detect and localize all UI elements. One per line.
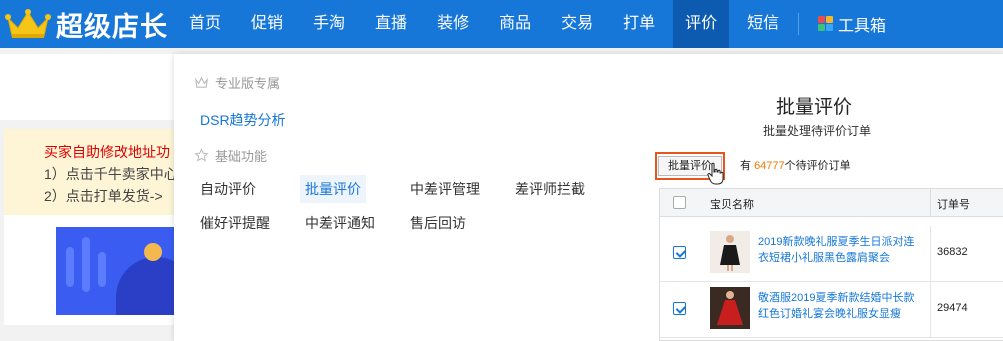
top-nav-bar: 超级店长 首页 促销 手淘 直播 装修 商品 交易 打单 评价 短信 工具箱 <box>0 0 1003 48</box>
pending-orders-table: 宝贝名称 订单号 2019新款晚礼服夏季生日派对连衣短裙小礼服黑色露肩聚会 36… <box>659 188 1003 341</box>
toolbox-label: 工具箱 <box>838 18 887 35</box>
menu-item-after-sale-followup[interactable]: 售后回访 <box>405 209 471 237</box>
pending-count-number: 64777 <box>754 160 785 172</box>
preview-title: 批量评价 <box>775 97 852 118</box>
notice-step-2: 2）点击打单发货-> <box>44 188 163 204</box>
menu-item-bad-reviewer-block[interactable]: 差评师拦截 <box>510 175 590 203</box>
order-number: 29474 <box>937 302 968 314</box>
banner-container <box>4 215 174 325</box>
product-thumbnail[interactable] <box>710 231 750 273</box>
basic-section-title: 基础功能 <box>194 146 267 165</box>
hand-cursor-icon <box>707 162 724 185</box>
order-number: 36832 <box>937 246 968 258</box>
menu-item-auto-review[interactable]: 自动评价 <box>195 175 261 203</box>
pro-section-title: 专业版专属 <box>194 73 280 92</box>
star-outline-icon <box>194 148 209 162</box>
basic-section-label: 基础功能 <box>215 149 268 164</box>
crown-icon <box>5 9 51 38</box>
nav-item-trade[interactable]: 交易 <box>549 0 605 48</box>
product-thumbnail[interactable] <box>710 287 750 329</box>
toolbox-button[interactable]: 工具箱 <box>818 0 886 48</box>
nav-item-print-orders[interactable]: 打单 <box>611 0 667 48</box>
menu-item-review-reminder[interactable]: 催好评提醒 <box>195 209 275 237</box>
toolbox-icon <box>818 16 834 32</box>
menu-item-dsr-trend[interactable]: DSR趋势分析 <box>200 110 286 130</box>
menu-item-negative-review-notify[interactable]: 中差评通知 <box>300 209 380 237</box>
nav-item-decoration[interactable]: 装修 <box>425 0 481 48</box>
col-header-order-no: 订单号 <box>937 199 970 211</box>
product-name[interactable]: 敬酒服2019夏季新款结婚中长款红色订婚礼宴会晚礼服女显瘦 <box>758 290 922 322</box>
main-nav: 首页 促销 手淘 直播 装修 商品 交易 打单 评价 短信 <box>177 0 797 48</box>
product-name[interactable]: 2019新款晚礼服夏季生日派对连衣短裙小礼服黑色露肩聚会 <box>758 234 922 266</box>
count-prefix: 有 <box>740 160 755 172</box>
col-header-product: 宝贝名称 <box>710 199 754 211</box>
nav-item-promotion[interactable]: 促销 <box>239 0 295 48</box>
table-row: 2019新款晚礼服夏季生日派对连衣短裙小礼服黑色露肩聚会 36832 <box>660 226 1003 282</box>
page-header-area <box>0 54 174 120</box>
nav-item-sms[interactable]: 短信 <box>735 0 791 48</box>
menu-item-negative-review-mgmt[interactable]: 中差评管理 <box>405 175 485 203</box>
address-notice: 买家自助修改地址功 1）点击千牛卖家中心 2）点击打单发货-> <box>4 129 174 215</box>
pro-section-label: 专业版专属 <box>215 76 281 91</box>
crown-outline-icon <box>195 76 208 88</box>
row-checkbox[interactable] <box>673 302 686 315</box>
preview-subtitle: 批量处理待评价订单 <box>762 124 871 138</box>
row-checkbox[interactable] <box>673 246 686 259</box>
notice-step-1: 1）点击千牛卖家中心 <box>44 166 174 182</box>
nav-item-live[interactable]: 直播 <box>363 0 419 48</box>
app-name: 超级店长 <box>56 11 168 42</box>
nav-item-home[interactable]: 首页 <box>177 0 233 48</box>
count-suffix: 个待评价订单 <box>784 160 851 172</box>
feature-preview: 批量评价 批量处理待评价订单 批量评价 有 64777个待评价订单 宝贝名称 订… <box>655 80 1003 341</box>
notice-title: 买家自助修改地址功 <box>44 144 170 160</box>
select-all-checkbox[interactable] <box>673 196 686 209</box>
table-row: 敬酒服2019夏季新款结婚中长款红色订婚礼宴会晚礼服女显瘦 29474 <box>660 282 1003 338</box>
table-header: 宝贝名称 订单号 <box>660 189 1003 217</box>
promo-banner-image[interactable] <box>56 227 174 315</box>
menu-item-batch-review[interactable]: 批量评价 <box>300 175 366 203</box>
nav-item-products[interactable]: 商品 <box>487 0 543 48</box>
reviews-dropdown-menu: 专业版专属 DSR趋势分析 基础功能 自动评价 批量评价 中差评管理 差评师拦截… <box>174 54 1003 341</box>
nav-item-mobile-taobao[interactable]: 手淘 <box>301 0 357 48</box>
pending-count-text: 有 64777个待评价订单 <box>740 157 851 173</box>
nav-divider <box>798 13 799 35</box>
nav-item-reviews[interactable]: 评价 <box>673 0 730 48</box>
app-logo[interactable]: 超级店长 <box>4 6 168 42</box>
